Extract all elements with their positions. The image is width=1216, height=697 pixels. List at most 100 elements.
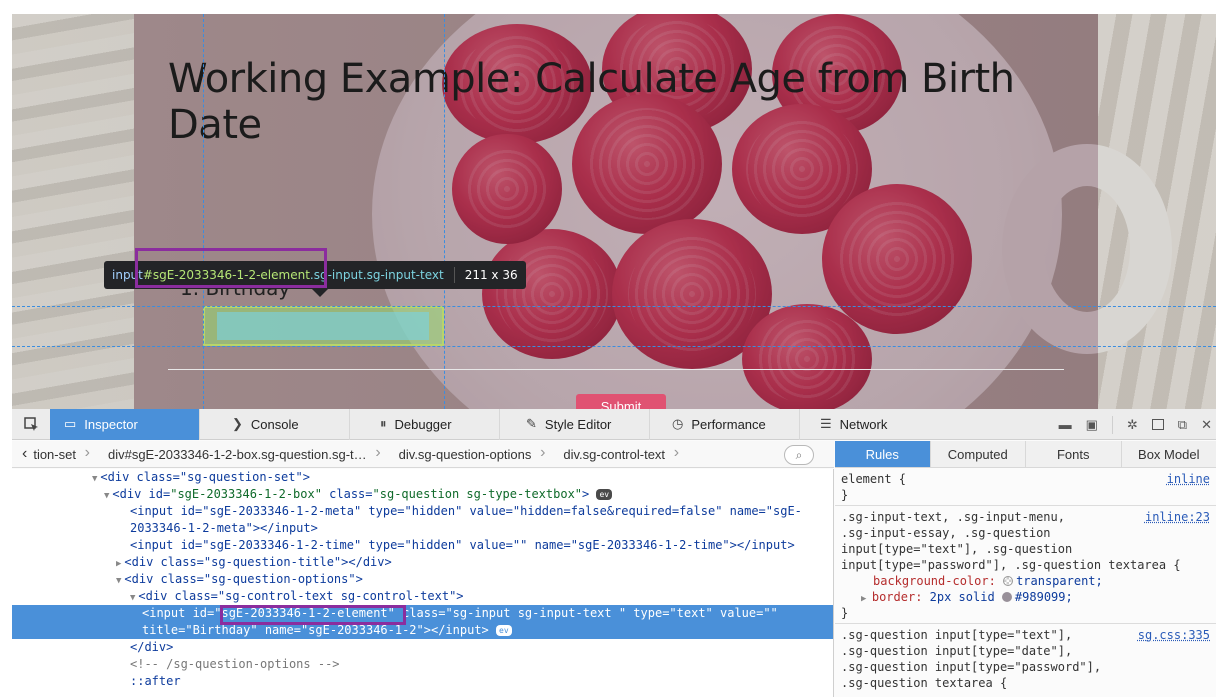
- rule-close: }: [841, 606, 849, 620]
- split-console-icon[interactable]: ▬: [1059, 417, 1072, 432]
- tab-fonts[interactable]: Fonts: [1026, 441, 1122, 467]
- collapsed-triangle-icon[interactable]: ▶: [116, 559, 121, 569]
- tab-network[interactable]: ☰ Network: [800, 409, 920, 440]
- markup-line[interactable]: <input id="sgE-2033346-1-2-time" type="h…: [12, 537, 833, 554]
- rule-source-link[interactable]: inline:23: [1145, 509, 1210, 525]
- expand-triangle-icon[interactable]: ▼: [92, 474, 97, 484]
- rule-selector[interactable]: input[type="text"], .sg-question: [841, 541, 1072, 557]
- tab-box-model[interactable]: Box Model: [1122, 441, 1216, 467]
- markup-text: <div class="sg-question-set">: [100, 470, 310, 484]
- property-name: border:: [871, 590, 923, 604]
- tab-performance[interactable]: ◷ Performance: [650, 408, 800, 440]
- rule-selector[interactable]: input[type="password"], .sg-question tex…: [841, 557, 1181, 573]
- markup-line[interactable]: 2033346-1-2-meta"></input>: [12, 520, 833, 537]
- property-value: transparent;: [1016, 574, 1103, 588]
- markup-text: <input id=": [142, 606, 222, 620]
- settings-icon[interactable]: ✲: [1127, 417, 1138, 433]
- toolbar-separator: [1111, 415, 1113, 434]
- markup-text: ::after: [130, 674, 181, 688]
- submit-button[interactable]: Submit: [576, 394, 666, 409]
- rule-divider: [835, 505, 1216, 506]
- breadcrumb-scroll-left-icon[interactable]: ‹: [12, 445, 33, 463]
- rule-property[interactable]: ▶ border: 2px solid #989099;: [861, 589, 1073, 607]
- markup-line[interactable]: <!-- /sg-question-options -->: [12, 656, 833, 673]
- markup-text: <div id=: [112, 487, 171, 501]
- tab-label: Performance: [691, 416, 766, 432]
- rule-source-link[interactable]: inline: [1167, 471, 1210, 487]
- tab-debugger[interactable]: ⏸ Debugger: [350, 408, 500, 440]
- rule-selector[interactable]: .sg-question input[type="text"],: [841, 627, 1072, 643]
- tooltip-classes: .sg-input.sg-input-text: [309, 268, 444, 282]
- markup-text: " class="sg-input sg-input-text " type="…: [387, 606, 778, 620]
- markup-text: <div class="sg-question-title"></div>: [124, 555, 392, 569]
- rule-property[interactable]: background-color: transparent;: [873, 573, 1103, 589]
- rule-selector[interactable]: .sg-input-essay, .sg-question: [841, 525, 1051, 541]
- expand-property-icon[interactable]: ▶: [861, 594, 872, 604]
- markup-attr-value: "sgE-2033346-1-2-box": [170, 487, 322, 501]
- debugger-icon: ⏸: [380, 416, 387, 431]
- tab-label: Network: [839, 416, 888, 432]
- event-badge[interactable]: ev: [496, 625, 512, 636]
- rules-list: element { inline } .sg-input-text, .sg-i…: [835, 469, 1216, 697]
- rule-close: }: [841, 488, 849, 502]
- markup-line[interactable]: <input id="sgE-2033346-1-2-meta" type="h…: [12, 503, 833, 520]
- breadcrumb-item[interactable]: div#sgE-2033346-1-2-box.sg-question.sg-t…: [88, 444, 380, 462]
- markup-text: 2033346-1-2-meta"></input>: [130, 521, 318, 535]
- browser-frame: Working Example: Calculate Age from Birt…: [12, 14, 1216, 697]
- markup-search-icon[interactable]: ⌕: [784, 445, 814, 465]
- markup-attr-value: "sg-question sg-type-textbox": [372, 487, 583, 501]
- page-title: Working Example: Calculate Age from Birt…: [168, 56, 1015, 148]
- tooltip-dimensions: 211 x 36: [464, 268, 518, 282]
- markup-text: <div class="sg-control-text sg-control-t…: [138, 589, 464, 603]
- markup-text: <input id="sgE-2033346-1-2-meta" type="h…: [130, 504, 802, 518]
- inspector-icon: ▭: [64, 416, 77, 431]
- rule-selector[interactable]: element {: [841, 471, 906, 487]
- responsive-mode-icon[interactable]: ▣: [1086, 417, 1098, 433]
- close-icon[interactable]: ✕: [1201, 417, 1212, 433]
- tab-label: Console: [250, 416, 299, 432]
- tab-console[interactable]: ❯ Console: [200, 408, 350, 440]
- rule-selector[interactable]: .sg-question input[type="password"],: [841, 659, 1101, 675]
- breadcrumb-item[interactable]: tion-set: [33, 444, 89, 462]
- rule-divider: [835, 623, 1216, 624]
- guide-line-vertical: [444, 14, 445, 409]
- tab-computed[interactable]: Computed: [931, 441, 1026, 467]
- markup-text: <div class="sg-question-options">: [124, 572, 363, 586]
- expand-triangle-icon[interactable]: ▼: [104, 491, 109, 501]
- markup-line[interactable]: ::after: [12, 673, 833, 690]
- sidebar-tabs: Rules Computed Fonts Box Model: [835, 441, 1216, 468]
- element-picker-icon[interactable]: [12, 409, 50, 440]
- rule-selector[interactable]: .sg-input-text, .sg-input-menu,: [841, 509, 1065, 525]
- devtools-toolbar: ▭ Inspector ❯ Console ⏸ Debugger ✎ Style…: [12, 408, 1216, 440]
- color-swatch-icon[interactable]: [1001, 592, 1012, 602]
- rule-selector[interactable]: .sg-question input[type="date"],: [841, 643, 1072, 659]
- breadcrumb-item[interactable]: div.sg-question-options: [379, 444, 545, 462]
- birthday-input[interactable]: [217, 312, 429, 340]
- property-value: 2px solid: [929, 590, 995, 604]
- tooltip-arrow: [312, 289, 328, 297]
- color-swatch-icon[interactable]: [1003, 576, 1014, 586]
- breadcrumb-item[interactable]: div.sg-control-text: [543, 444, 678, 462]
- expand-triangle-icon[interactable]: ▼: [130, 593, 135, 603]
- dock-side-icon[interactable]: [1151, 419, 1164, 430]
- annotation-highlight-box: [135, 248, 327, 288]
- tab-label: Debugger: [394, 416, 452, 432]
- guide-line-vertical: [203, 14, 204, 409]
- guide-line-horizontal: [12, 306, 1216, 307]
- markup-line-selected[interactable]: <input id="sgE-2033346-1-2-element" clas…: [12, 605, 833, 639]
- rule-source-link[interactable]: sg.css:335: [1138, 627, 1210, 643]
- annotation-highlight-box: [220, 605, 406, 625]
- property-value: #989099;: [1014, 590, 1073, 604]
- rule-selector[interactable]: .sg-question textarea {: [841, 675, 1007, 691]
- expand-triangle-icon[interactable]: ▼: [116, 576, 121, 586]
- undock-icon[interactable]: ⧉: [1178, 417, 1187, 433]
- tab-inspector[interactable]: ▭ Inspector: [50, 408, 200, 440]
- markup-text: title="Birthday" name="sgE-2033346-1-2">…: [142, 623, 489, 637]
- event-badge[interactable]: ev: [596, 489, 613, 500]
- markup-line[interactable]: </div>: [12, 639, 833, 656]
- tab-rules[interactable]: Rules: [835, 441, 931, 467]
- tab-style-editor[interactable]: ✎ Style Editor: [500, 408, 650, 440]
- markup-text: <input id="sgE-2033346-1-2-time" type="h…: [130, 538, 795, 552]
- network-icon: ☰: [820, 416, 832, 431]
- breadcrumb: ‹ tion-set div#sgE-2033346-1-2-box.sg-qu…: [12, 441, 834, 468]
